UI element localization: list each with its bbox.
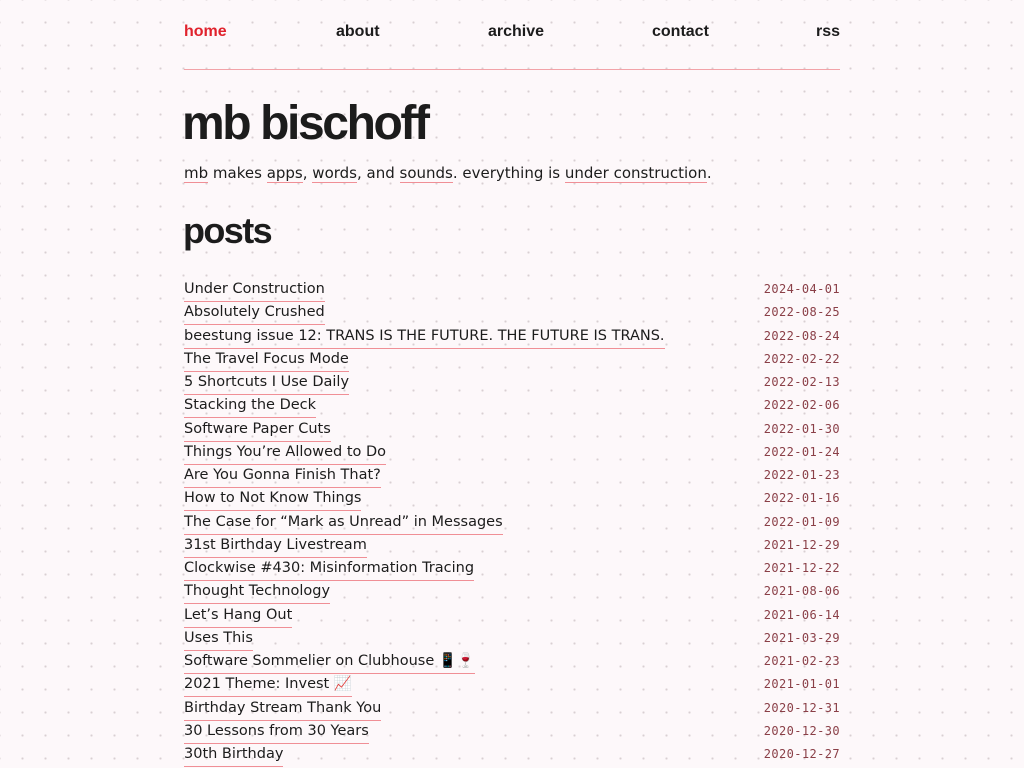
- post-date: 2022-08-24: [763, 328, 840, 343]
- site-tagline: mb makes apps, words, and sounds. everyt…: [184, 162, 712, 184]
- post-date: 2021-12-22: [763, 561, 840, 575]
- post-title-link[interactable]: Stacking the Deck: [184, 394, 317, 419]
- tagline-text: . everything is: [452, 164, 565, 182]
- post-title-link[interactable]: 30 Lessons from 30 Years: [184, 720, 369, 744]
- post-date: 2022-02-22: [763, 351, 840, 366]
- post-title-link[interactable]: Thought Technology: [184, 580, 331, 605]
- post-list: Under Construction 2024-04-01 Absolutely C…: [184, 278, 840, 767]
- post-title-link[interactable]: 5 Shortcuts I Use Daily: [184, 371, 350, 395]
- post-date: 2022-01-23: [763, 468, 840, 482]
- tagline-text: makes: [208, 164, 267, 182]
- post-row: beestung issue 12: TRANS IS THE FUTURE. …: [184, 325, 840, 349]
- post-title-link[interactable]: 2021 Theme: Invest 📈: [184, 673, 352, 698]
- tagline-apps-link[interactable]: apps: [266, 164, 303, 183]
- post-date: 2021-08-06: [763, 584, 840, 599]
- post-row: Software Sommelier on Clubhouse 📱🍷 2021-0…: [184, 650, 840, 674]
- post-title-link[interactable]: The Case for “Mark as Unread” in Message…: [184, 511, 503, 535]
- post-row: How to Not Know Things 2022-01-16: [184, 487, 840, 512]
- post-row: Things You’re Allowed to Do 2022-01-24: [184, 441, 840, 465]
- post-title-link[interactable]: Under Construction: [184, 278, 325, 302]
- post-row: 5 Shortcuts I Use Daily 2022-02-13: [184, 371, 840, 395]
- post-title-link[interactable]: Absolutely Crushed: [184, 301, 325, 326]
- top-nav: home about archive contact rss: [184, 0, 840, 70]
- post-date: 2020-12-27: [763, 747, 840, 761]
- site-title: mb bischoff: [182, 97, 430, 150]
- post-row: Let’s Hang Out 2021-06-14: [184, 604, 840, 628]
- post-date: 2024-04-01: [763, 282, 840, 296]
- post-title-link[interactable]: Software Paper Cuts: [184, 418, 331, 442]
- post-row: Under Construction 2024-04-01: [184, 278, 840, 302]
- nav-archive-link[interactable]: archive: [488, 23, 544, 41]
- nav-about-link[interactable]: about: [336, 23, 380, 41]
- post-row: The Travel Focus Mode 2022-02-22: [184, 348, 840, 372]
- post-row: Thought Technology 2021-08-06: [184, 580, 840, 605]
- post-title-link[interactable]: 31st Birthday Livestream: [184, 534, 367, 558]
- posts-heading: posts: [183, 210, 273, 251]
- post-date: 2022-02-06: [763, 398, 840, 413]
- post-title-link[interactable]: How to Not Know Things: [184, 487, 362, 512]
- post-row: 30 Lessons from 30 Years 2020-12-30: [184, 720, 840, 744]
- post-title-link[interactable]: 30th Birthday: [184, 743, 284, 767]
- tagline-text: .: [706, 164, 712, 182]
- post-title-link[interactable]: Things You’re Allowed to Do: [184, 441, 387, 465]
- post-row: 2021 Theme: Invest 📈 2021-01-01: [184, 673, 840, 698]
- page-container: home about archive contact rss mb bischo…: [182, 0, 840, 767]
- post-title-link[interactable]: The Travel Focus Mode: [184, 348, 349, 372]
- post-date: 2022-08-25: [763, 305, 840, 320]
- post-date: 2021-12-29: [763, 537, 840, 552]
- post-row: Are You Gonna Finish That? 2022-01-23: [184, 464, 840, 488]
- post-row: 31st Birthday Livestream 2021-12-29: [184, 534, 840, 558]
- post-row: Software Paper Cuts 2022-01-30: [184, 418, 840, 442]
- tagline-text: ,: [302, 164, 313, 182]
- post-row: Birthday Stream Thank You 2020-12-31: [184, 697, 840, 721]
- post-date: 2021-03-29: [763, 630, 840, 645]
- tagline-mb-link[interactable]: mb: [184, 164, 209, 183]
- tagline-text: , and: [356, 164, 400, 182]
- tagline-under-construction-link[interactable]: under construction: [564, 164, 707, 183]
- post-row: 30th Birthday 2020-12-27: [184, 743, 840, 767]
- post-row: Uses This 2021-03-29: [184, 627, 840, 651]
- tagline-sounds-link[interactable]: sounds: [399, 164, 453, 183]
- nav-rss-link[interactable]: rss: [816, 23, 840, 41]
- nav-home-link[interactable]: home: [184, 23, 227, 41]
- post-date: 2022-01-09: [763, 514, 840, 529]
- post-row: Clockwise #430: Misinformation Tracing 20…: [184, 557, 840, 581]
- post-date: 2021-01-01: [763, 677, 840, 692]
- post-date: 2021-06-14: [763, 607, 840, 622]
- post-row: Stacking the Deck 2022-02-06: [184, 394, 840, 419]
- post-row: Absolutely Crushed 2022-08-25: [184, 301, 840, 326]
- post-date: 2022-01-30: [763, 421, 840, 436]
- post-date: 2022-02-13: [763, 375, 840, 389]
- post-date: 2020-12-31: [763, 700, 840, 715]
- post-date: 2022-01-24: [763, 444, 840, 459]
- post-date: 2020-12-30: [763, 723, 840, 738]
- post-date: 2022-01-16: [763, 491, 840, 506]
- tagline-words-link[interactable]: words: [312, 164, 357, 183]
- post-title-link[interactable]: Uses This: [184, 627, 253, 651]
- post-title-link[interactable]: Are You Gonna Finish That?: [184, 464, 381, 488]
- post-title-link[interactable]: Software Sommelier on Clubhouse 📱🍷: [184, 650, 475, 674]
- post-title-link[interactable]: Birthday Stream Thank You: [184, 697, 382, 721]
- nav-contact-link[interactable]: contact: [652, 23, 709, 41]
- post-row: The Case for “Mark as Unread” in Message…: [184, 511, 840, 535]
- post-date: 2021-02-23: [763, 654, 840, 668]
- post-title-link[interactable]: Clockwise #430: Misinformation Tracing: [184, 557, 475, 581]
- post-title-link[interactable]: Let’s Hang Out: [184, 604, 293, 628]
- post-title-link[interactable]: beestung issue 12: TRANS IS THE FUTURE. …: [184, 325, 665, 349]
